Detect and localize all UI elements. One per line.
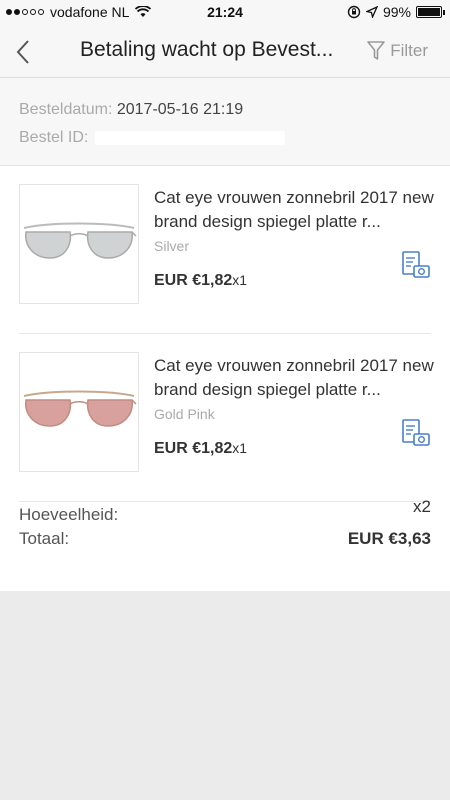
- product-price: EUR €1,82x1: [154, 272, 247, 290]
- filter-label: Filter: [390, 41, 428, 60]
- order-date-label: Besteldatum:: [19, 101, 113, 118]
- back-button[interactable]: [12, 38, 36, 66]
- summary-total-value: EUR €3,63: [347, 529, 431, 548]
- rotation-lock-icon: [347, 5, 361, 19]
- sunglasses-pink-image: [23, 390, 137, 427]
- page-title: Betaling wacht op Bevest...: [80, 38, 334, 61]
- funnel-icon: [367, 41, 386, 60]
- status-bar: vodafone NL 21:24 99%: [0, 0, 450, 26]
- battery-percent: 99%: [382, 4, 411, 20]
- summary-total-label: Totaal:: [19, 529, 70, 548]
- receipt-camera-icon: [402, 251, 430, 278]
- battery-icon: [416, 6, 445, 18]
- product-image[interactable]: [19, 184, 139, 304]
- battery-fill: [418, 8, 440, 16]
- order-date-row: Besteldatum: 2017-05-16 21:19: [19, 96, 431, 124]
- status-right: 99%: [347, 4, 445, 20]
- location-arrow-icon: [365, 6, 378, 18]
- chevron-left-icon: [16, 40, 29, 64]
- sunglasses-silver-image: [23, 222, 137, 259]
- product-price: EUR €1,82x1: [154, 440, 247, 458]
- summary-total-row: Totaal: EUR €3,63: [19, 527, 431, 551]
- nav-bar: Betaling wacht op Bevest... Filter: [0, 26, 450, 78]
- receipt-button[interactable]: [401, 250, 431, 280]
- summary-quantity-value: x2: [413, 497, 431, 516]
- order-date-value: 2017-05-16 21:19: [116, 101, 244, 118]
- order-summary: Hoeveelheid: x2 Totaal: EUR €3,63: [19, 497, 431, 551]
- product-variant: Gold Pink: [154, 406, 215, 422]
- list-item[interactable]: Cat eye vrouwen zonnebril 2017 new brand…: [19, 166, 434, 334]
- product-quantity: x1: [232, 272, 248, 288]
- receipt-camera-icon: [402, 419, 430, 446]
- product-title[interactable]: Cat eye vrouwen zonnebril 2017 new brand…: [154, 354, 434, 402]
- summary-quantity-row: Hoeveelheid: x2: [19, 497, 431, 527]
- receipt-button[interactable]: [401, 418, 431, 448]
- list-item[interactable]: Cat eye vrouwen zonnebril 2017 new brand…: [19, 334, 434, 502]
- order-id-row: Bestel ID:: [19, 124, 431, 152]
- product-title[interactable]: Cat eye vrouwen zonnebril 2017 new brand…: [154, 186, 434, 234]
- product-price-value: EUR €1,82: [154, 272, 233, 289]
- summary-quantity-label: Hoeveelheid:: [19, 505, 119, 524]
- order-info: Besteldatum: 2017-05-16 21:19 Bestel ID:: [0, 78, 450, 166]
- order-id-label: Bestel ID:: [19, 129, 89, 146]
- order-items: Cat eye vrouwen zonnebril 2017 new brand…: [0, 166, 450, 591]
- product-quantity: x1: [232, 440, 248, 456]
- order-id-redacted: [94, 130, 285, 145]
- product-image[interactable]: [19, 352, 139, 472]
- filter-button[interactable]: Filter: [366, 40, 428, 62]
- product-price-value: EUR €1,82: [154, 440, 233, 457]
- product-variant: Silver: [154, 238, 190, 254]
